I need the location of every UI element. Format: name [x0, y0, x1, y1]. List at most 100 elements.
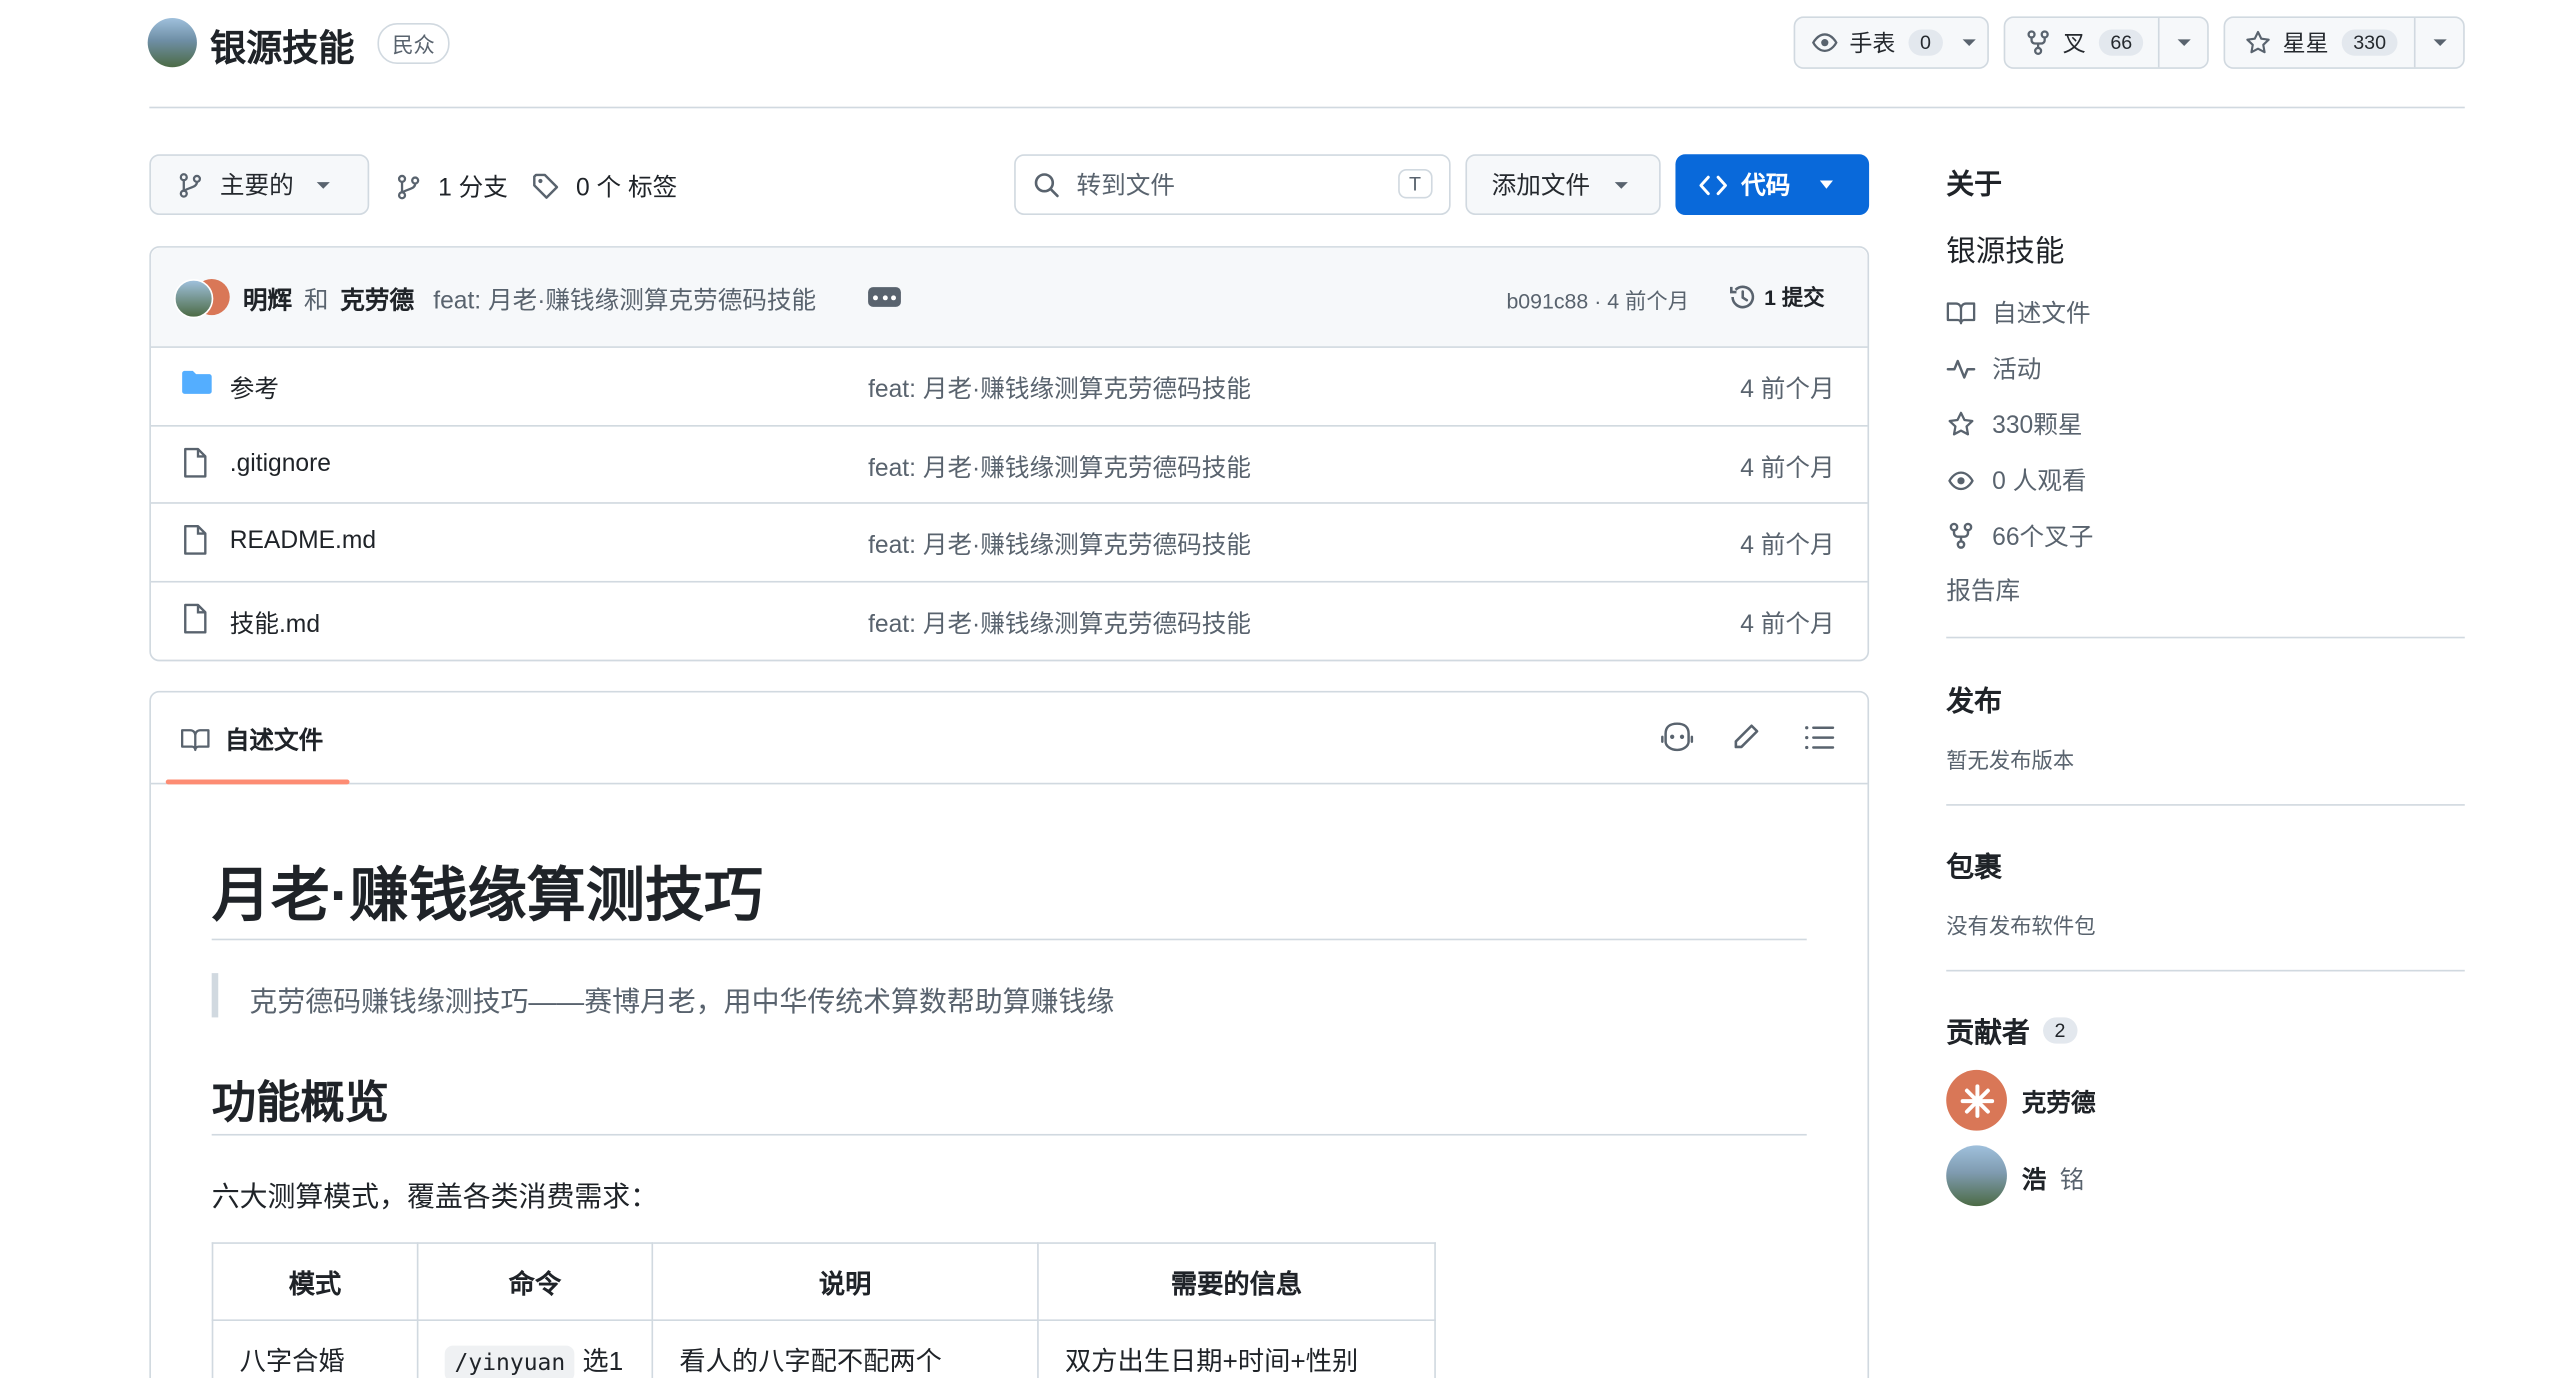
report-repository-link[interactable]: 报告库 [1946, 573, 2020, 607]
file-name[interactable]: .gitignore [230, 450, 331, 478]
chevron-down-icon [1962, 39, 1976, 46]
history-icon [1728, 281, 1758, 311]
file-time: 4 前个月 [1740, 531, 1835, 560]
sidebar-link-label: 330颗星 [1992, 411, 2083, 440]
search-placeholder: 转到文件 [1076, 172, 1175, 201]
tags-link[interactable]: 0 个 标签 [532, 169, 678, 203]
file-row[interactable]: README.md feat: 月老·赚钱缘测算克劳德码技能 4 前个月 [150, 502, 1868, 581]
star-button[interactable]: 星星 330 [2223, 16, 2465, 69]
watch-button[interactable]: 手表 0 [1793, 16, 1989, 69]
branch-icon [395, 173, 421, 199]
outline-icon[interactable] [1803, 724, 1835, 752]
section-divider [211, 1133, 1807, 1136]
contributor-fullname: 铭 [2059, 1166, 2085, 1195]
edit-icon[interactable] [1731, 722, 1761, 752]
quote-bar [211, 973, 219, 1018]
fork-button[interactable]: 叉 66 [2003, 16, 2209, 69]
commit-message[interactable]: feat: 月老·赚钱缘测算克劳德码技能 [433, 282, 816, 316]
contributor-avatar-hao[interactable] [1946, 1145, 2007, 1207]
author-and: 和 [303, 287, 329, 316]
file-commit-message[interactable]: feat: 月老·赚钱缘测算克劳德码技能 [868, 450, 1251, 484]
commit-hash-time[interactable]: b091c88 · 4 前个月 [1506, 284, 1689, 315]
file-commit-message[interactable]: feat: 月老·赚钱缘测算克劳德码技能 [868, 606, 1251, 640]
sidebar-link-readme[interactable]: 自述文件 [1946, 295, 2091, 329]
contributor-avatar-claude[interactable] [1946, 1069, 2007, 1131]
chevron-down-icon[interactable] [2433, 39, 2447, 46]
star-icon [2245, 30, 2271, 56]
table-header: 需要的信息 [1037, 1242, 1436, 1322]
table-cell: 八字合婚 [211, 1319, 419, 1378]
contributors-heading[interactable]: 贡献者 2 [1946, 1009, 2077, 1050]
sidebar-divider [1946, 969, 2465, 972]
add-file-label: 添加文件 [1491, 172, 1591, 201]
table-cell: /yinyuan 选1 [416, 1319, 654, 1378]
branches-link[interactable]: 1 分支 [395, 169, 508, 203]
branch-select[interactable]: 主要的 [149, 154, 370, 215]
file-row[interactable]: 技能.md feat: 月老·赚钱缘测算克劳德码技能 4 前个月 [150, 580, 1868, 660]
repo-name[interactable]: 银源技能 [210, 20, 354, 73]
star-count: 330 [2341, 29, 2398, 56]
tab-underline [165, 779, 350, 785]
contributors-title: 贡献者 [1946, 1017, 2030, 1049]
file-row[interactable]: 参考 feat: 月老·赚钱缘测算克劳德码技能 4 前个月 [150, 346, 1868, 425]
author-1[interactable]: 明辉 [243, 287, 292, 315]
branch-icon [177, 171, 203, 197]
sidebar-link-activity[interactable]: 活动 [1946, 351, 2041, 385]
file-name[interactable]: 技能.md [230, 606, 320, 640]
contributor-name[interactable]: 浩 铭 [2022, 1162, 2085, 1196]
code-button[interactable]: 代码 [1675, 154, 1870, 215]
file-commit-message[interactable]: feat: 月老·赚钱缘测算克劳德码技能 [868, 371, 1251, 405]
table-cell: 双方出生日期+时间+性别 [1037, 1319, 1436, 1378]
sidebar-divider [1946, 636, 2465, 639]
file-icon [181, 523, 211, 556]
shortcut-key: T [1397, 169, 1433, 199]
readme-header-divider [150, 782, 1868, 785]
header-divider [149, 106, 2465, 109]
branch-label: 主要的 [219, 172, 294, 201]
sidebar-link-watchers[interactable]: 0 人观看 [1946, 463, 2087, 497]
about-heading: 关于 [1946, 169, 2003, 201]
fork-label: 叉 [2062, 29, 2086, 56]
add-file-button[interactable]: 添加文件 [1465, 154, 1661, 215]
go-to-file-input[interactable]: 转到文件 T [1014, 154, 1451, 215]
file-name[interactable]: README.md [230, 527, 376, 555]
sidebar-divider [1946, 804, 2465, 806]
readme-intro: 六大测算模式，覆盖各类消费需求： [211, 1181, 659, 1213]
tab-readme[interactable]: 自述文件 [181, 722, 323, 756]
visibility-badge: 民众 [377, 22, 450, 64]
eye-icon [1812, 30, 1838, 56]
table-header: 模式 [211, 1242, 419, 1322]
watch-count: 0 [1908, 29, 1943, 56]
readme-title: 月老·赚钱缘算测技巧 [211, 861, 764, 929]
fork-icon [2025, 30, 2051, 56]
sidebar-link-stars[interactable]: 330颗星 [1946, 407, 2082, 441]
file-commit-message[interactable]: feat: 月老·赚钱缘测算克劳德码技能 [868, 527, 1251, 561]
pulse-icon [1946, 355, 1992, 381]
file-icon [181, 446, 211, 479]
ellipsis-icon[interactable] [868, 287, 901, 307]
contributor-name[interactable]: 克劳德 [2022, 1085, 2096, 1119]
branches-label: 1 分支 [438, 173, 508, 202]
copilot-icon[interactable] [1659, 720, 1695, 753]
command-code: /yinyuan [444, 1345, 576, 1378]
title-divider [211, 938, 1807, 941]
book-icon [181, 726, 211, 752]
fork-count: 66 [2098, 29, 2144, 56]
commits-label: 1 提交 [1764, 285, 1825, 311]
file-icon [181, 602, 211, 635]
repo-avatar[interactable] [147, 18, 197, 68]
packages-heading[interactable]: 包裹 [1946, 843, 2002, 884]
commit-authors: 明辉 和 克劳德 [243, 282, 414, 316]
chevron-down-icon[interactable] [2177, 39, 2191, 46]
releases-heading[interactable]: 发布 [1946, 678, 2002, 719]
file-name[interactable]: 参考 [230, 371, 279, 405]
commits-link[interactable]: 1 提交 [1728, 281, 1825, 312]
author-2[interactable]: 克劳德 [340, 287, 414, 315]
author-avatar-1[interactable] [173, 278, 214, 319]
section-heading: 功能概览 [211, 1078, 389, 1128]
watch-label: 手表 [1849, 29, 1896, 56]
sidebar-link-forks[interactable]: 66个叉子 [1946, 519, 2093, 553]
file-row[interactable]: .gitignore feat: 月老·赚钱缘测算克劳德码技能 4 前个月 [150, 425, 1868, 504]
table-header: 说明 [651, 1242, 1039, 1322]
tags-label: 0 个 标签 [575, 173, 678, 202]
